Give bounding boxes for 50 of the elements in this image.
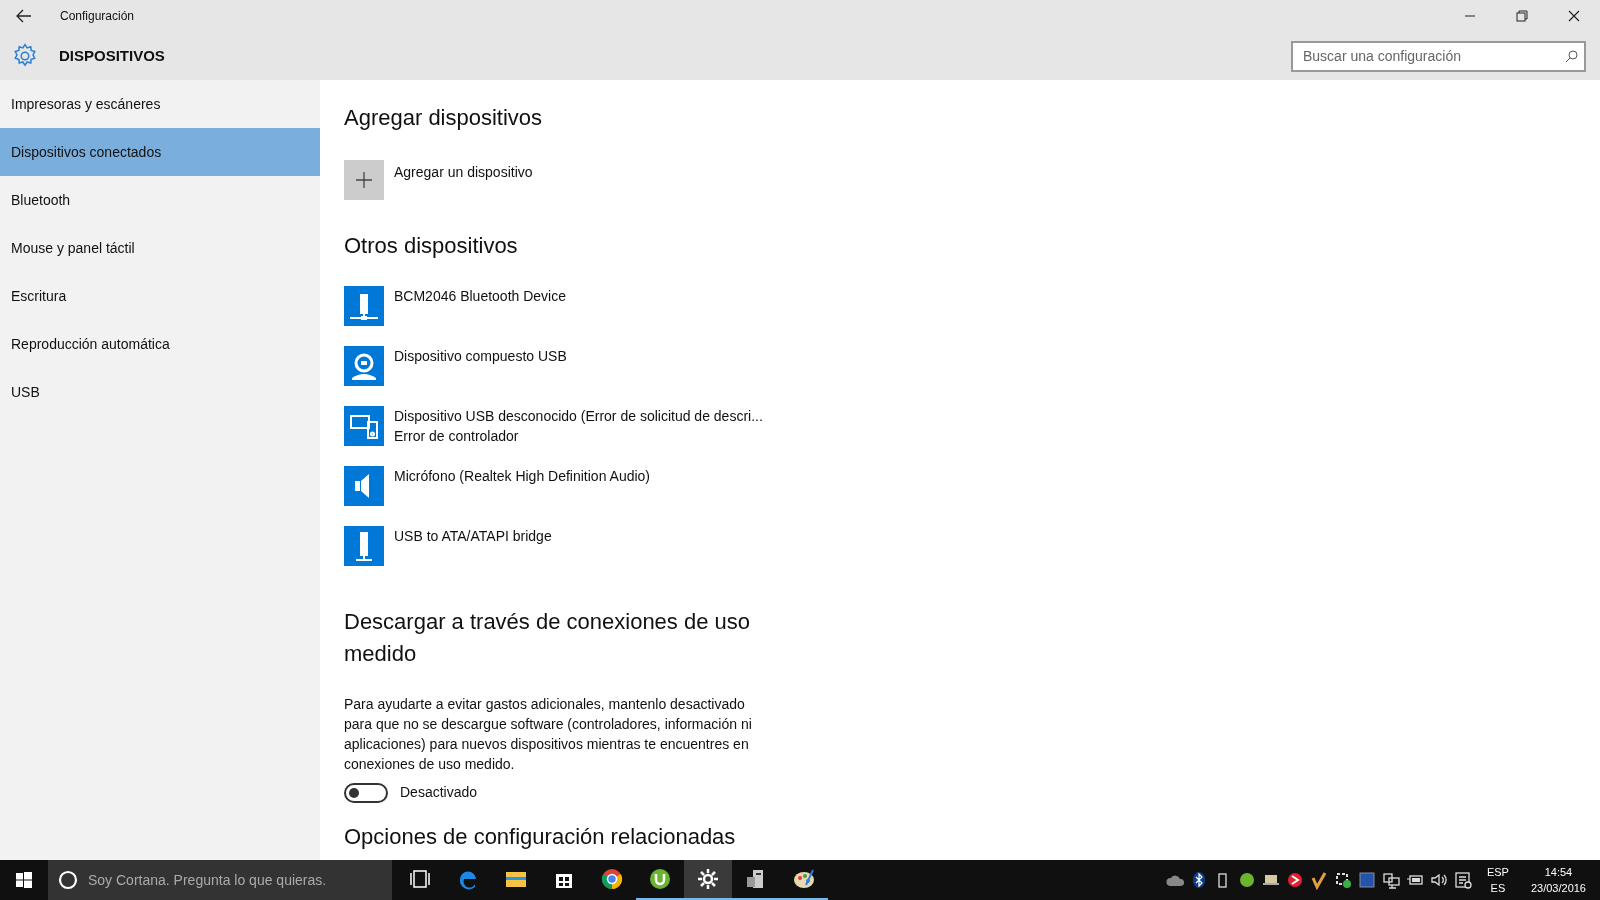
back-arrow-icon[interactable]: [16, 9, 32, 23]
description-text: Para ayudarte a evitar gastos adicionales, mantenlo desactivado para que no se descargue software (controladores, información ni aplicaciones) para nuevos dispositivos mientras te encuentres en conexiones de uso medido.: [344, 695, 753, 774]
restore-icon[interactable]: [1516, 10, 1528, 22]
section-heading: Descargar a través de conexiones de uso medido: [344, 608, 751, 668]
section-heading: Agregar dispositivos: [344, 104, 544, 132]
device-name[interactable]: BCM2046 Bluetooth Device: [394, 286, 566, 306]
network-icon[interactable]: [1380, 870, 1401, 890]
device-name[interactable]: Dispositivo USB desconocido (Error de solicitud de descri...: [394, 406, 763, 426]
plus-icon: [344, 160, 384, 200]
palette-icon: [792, 867, 816, 891]
search-field[interactable]: Buscar una configuración: [1291, 40, 1586, 72]
keyboard-layout[interactable]: ES: [1490, 880, 1506, 896]
device-name[interactable]: Micrófono (Realtek High Definition Audio): [394, 466, 650, 486]
close-icon[interactable]: [1568, 10, 1580, 22]
taskbar-app[interactable]: [684, 860, 732, 900]
gear-icon: [12, 43, 38, 69]
device-icon: [344, 466, 384, 506]
device-status: Error de controlador: [394, 427, 520, 446]
sidebar-item[interactable]: Bluetooth: [0, 176, 320, 224]
browser-circle-icon: [600, 867, 624, 891]
sidebar-item[interactable]: Escritura: [0, 272, 320, 320]
letter-u-circle-icon: [648, 867, 672, 891]
settings-icon: [696, 867, 720, 891]
toggle-label: Desactivado: [400, 783, 478, 802]
circle-icon: [58, 870, 78, 890]
clock-time[interactable]: 14:54: [1544, 864, 1573, 880]
device-name[interactable]: USB to ATA/ATAPI bridge: [394, 526, 552, 546]
search-icon[interactable]: [1565, 49, 1578, 63]
device-name[interactable]: Dispositivo compuesto USB: [394, 346, 567, 366]
device-icon: [344, 406, 384, 446]
language-indicator[interactable]: ESP: [1486, 864, 1509, 880]
device-icon: [344, 286, 384, 326]
cortana-search-field[interactable]: Soy Cortana. Pregunta lo que quieras.: [48, 860, 392, 900]
sidebar-item[interactable]: USB: [0, 368, 320, 416]
page-title: DISPOSITIVOS: [59, 45, 165, 66]
section-heading: Opciones de configuración relacionadas: [344, 823, 737, 851]
toggle-switch[interactable]: [344, 782, 388, 803]
device-icon: [344, 526, 384, 566]
windows-logo-icon: [16, 872, 32, 888]
sidebar-item[interactable]: Dispositivos conectados: [0, 128, 320, 176]
section-heading: Otros dispositivos: [344, 232, 519, 260]
task-view-icon: [408, 867, 432, 891]
add-device-button[interactable]: Agregar un dispositivo: [344, 160, 533, 200]
sidebar-item[interactable]: Mouse y panel táctil: [0, 224, 320, 272]
clock-date[interactable]: 23/03/2016: [1530, 880, 1586, 896]
sidebar-item[interactable]: Impresoras y escáneres: [0, 80, 320, 128]
device-icon: [344, 346, 384, 386]
window-title: Configuración: [60, 8, 135, 25]
sidebar-item[interactable]: Reproducción automática: [0, 320, 320, 368]
notifications-icon[interactable]: [1452, 870, 1473, 890]
